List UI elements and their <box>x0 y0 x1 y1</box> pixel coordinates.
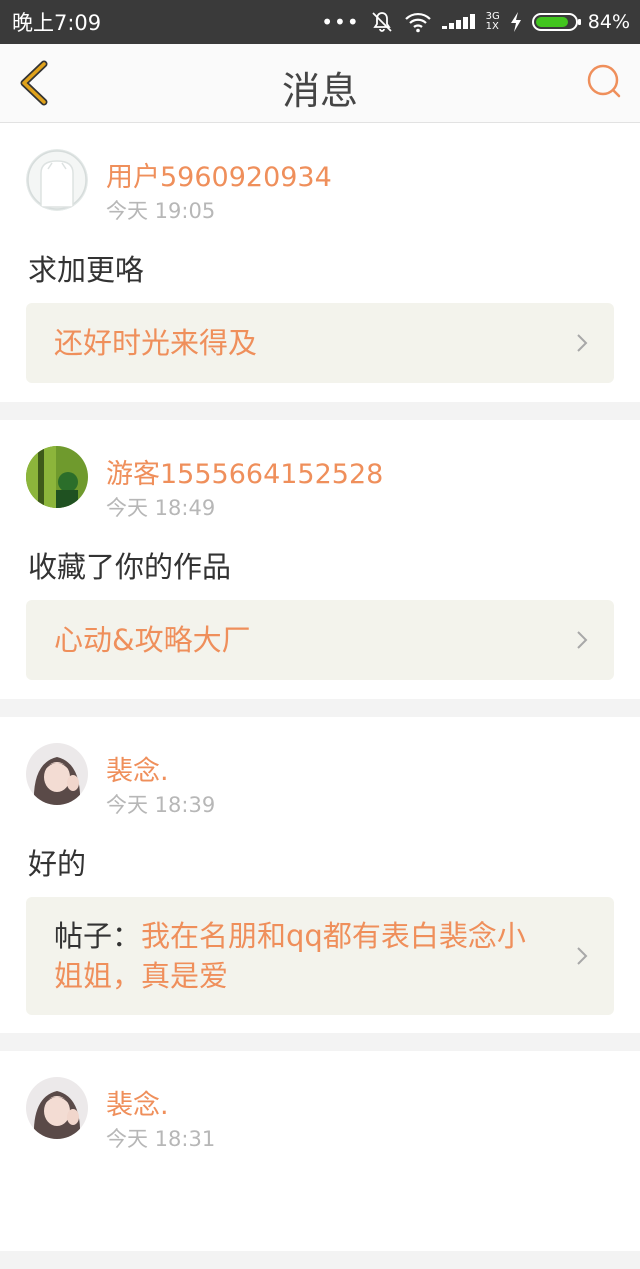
referenced-work-link[interactable]: 心动&攻略大厂 <box>26 600 614 680</box>
message-list: 用户5960920934 今天 19:05 求加更咯 还好时光来得及 游客155… <box>0 123 640 1269</box>
battery-level <box>535 17 568 27</box>
user-avatar-icon <box>26 1077 88 1139</box>
timestamp: 今天 18:31 <box>106 1127 216 1151</box>
timestamp: 今天 18:49 <box>106 496 216 520</box>
referenced-post-link[interactable]: 帖子：我在名朋和qq都有表白裴念小姐姐，真是爱 <box>26 897 614 1015</box>
referenced-post-title: 帖子：我在名朋和qq都有表白裴念小姐姐，真是爱 <box>54 916 550 996</box>
avatar[interactable] <box>26 446 88 508</box>
chevron-right-icon <box>577 631 588 649</box>
battery-icon <box>531 13 581 31</box>
battery-percent: 84% <box>587 11 630 33</box>
status-icons: ••• 3G 1X 84% <box>321 7 630 37</box>
message-text: 求加更咯 <box>28 253 145 287</box>
status-time: 晚上7:09 <box>12 11 102 35</box>
search-icon <box>587 64 621 98</box>
avatar[interactable] <box>26 1077 88 1139</box>
referenced-work-title: 心动&攻略大厂 <box>54 623 251 657</box>
user-avatar-icon <box>26 446 88 508</box>
timestamp: 今天 18:39 <box>106 793 216 817</box>
wifi-icon <box>404 12 431 33</box>
referenced-work-link[interactable]: 还好时光来得及 <box>26 303 614 383</box>
user-avatar-icon <box>26 743 88 805</box>
username[interactable]: 裴念. <box>106 1083 169 1122</box>
app-header: 消息 <box>0 44 640 123</box>
message-card[interactable]: 游客1555664152528 今天 18:49 收藏了你的作品 心动&攻略大厂 <box>0 420 640 699</box>
more-dots-icon: ••• <box>321 10 360 34</box>
timestamp: 今天 19:05 <box>106 199 216 223</box>
username[interactable]: 游客1555664152528 <box>106 452 383 491</box>
chevron-right-icon <box>577 947 588 965</box>
avatar[interactable] <box>26 743 88 805</box>
message-text: 好的 <box>28 847 87 881</box>
message-card[interactable]: 裴念. 今天 18:39 好的 帖子：我在名朋和qq都有表白裴念小姐姐，真是爱 <box>0 717 640 1033</box>
message-card[interactable]: 裴念. 今天 18:31 <box>0 1051 640 1251</box>
network-type: 3G 1X <box>485 11 500 32</box>
message-card[interactable]: 用户5960920934 今天 19:05 求加更咯 还好时光来得及 <box>0 123 640 402</box>
message-text: 收藏了你的作品 <box>28 550 232 584</box>
username[interactable]: 用户5960920934 <box>106 155 332 194</box>
search-button[interactable] <box>582 60 626 104</box>
charging-icon <box>510 12 521 32</box>
avatar[interactable] <box>26 149 88 211</box>
chevron-right-icon <box>577 334 588 352</box>
page-title: 消息 <box>281 69 358 113</box>
referenced-work-title: 还好时光来得及 <box>54 326 258 360</box>
username[interactable]: 裴念. <box>106 749 169 788</box>
default-avatar-icon <box>26 149 88 211</box>
bell-off-icon <box>372 12 392 32</box>
signal-icon <box>441 14 475 29</box>
post-label: 帖子： <box>54 919 142 953</box>
status-bar: 晚上7:09 ••• 3G 1X 84% <box>0 0 640 44</box>
